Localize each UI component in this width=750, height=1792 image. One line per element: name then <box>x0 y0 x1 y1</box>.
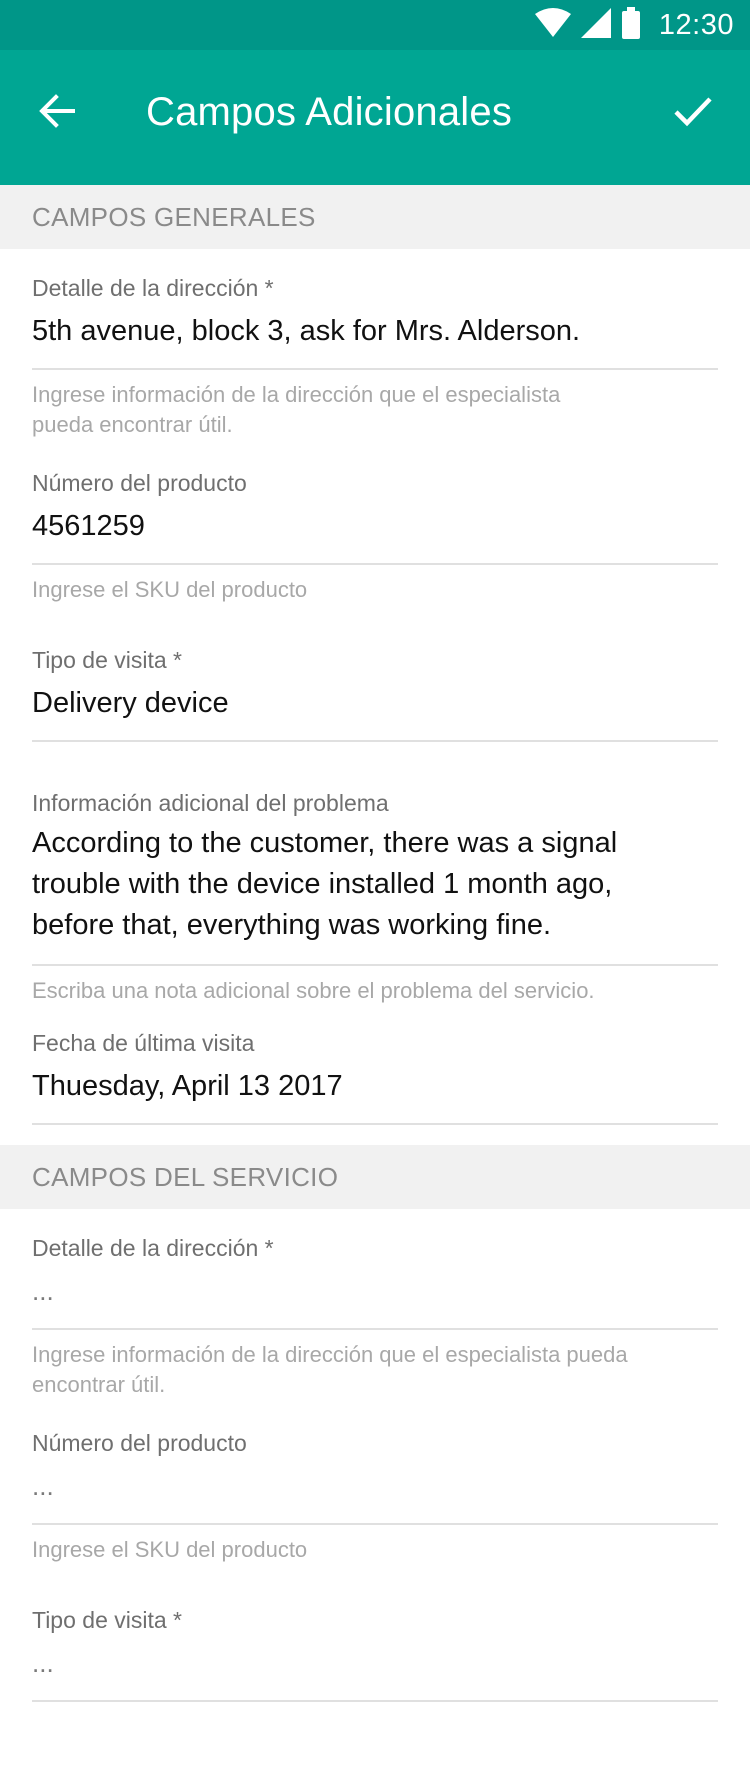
section-title: CAMPOS DEL SERVICIO <box>32 1161 339 1192</box>
field-value[interactable]: 5th avenue, block 3, ask for Mrs. Alders… <box>32 310 718 352</box>
field-label: Tipo de visita * <box>32 1607 182 1633</box>
form-content: CAMPOS GENERALES Detalle de la dirección… <box>0 185 750 1702</box>
page-title: Campos Adicionales <box>146 90 513 134</box>
wifi-icon <box>534 7 571 43</box>
service-visit-type-field[interactable]: Tipo de visita * ... <box>0 1565 750 1702</box>
field-helper: Ingrese el SKU del producto <box>32 577 308 602</box>
field-underline <box>32 1328 718 1330</box>
status-time: 12:30 <box>658 8 734 41</box>
field-helper: Ingrese información de la dirección que … <box>32 382 561 437</box>
status-icons: 12:30 <box>534 0 734 50</box>
field-value[interactable]: 4561259 <box>32 505 718 547</box>
field-label: Número del producto <box>32 1430 247 1456</box>
app-bar: Campos Adicionales <box>0 50 750 185</box>
field-label: Detalle de la dirección * <box>32 275 274 301</box>
field-helper: Escriba una nota adicional sobre el prob… <box>32 978 595 1003</box>
back-button[interactable] <box>32 88 82 138</box>
product-number-field[interactable]: Número del producto 4561259 Ingrese el S… <box>0 440 750 605</box>
field-helper: Ingrese información de la dirección que … <box>32 1342 628 1397</box>
field-underline <box>32 1700 718 1702</box>
field-underline <box>32 964 718 966</box>
arrow-left-icon <box>39 93 75 133</box>
field-label: Número del producto <box>32 470 247 496</box>
visit-type-field[interactable]: Tipo de visita * Delivery device <box>0 605 750 742</box>
section-header-service: CAMPOS DEL SERVICIO <box>0 1145 750 1209</box>
field-label: Información adicional del problema <box>32 790 389 816</box>
field-value[interactable]: According to the customer, there was a s… <box>32 823 718 946</box>
field-value[interactable]: Thuesday, April 13 2017 <box>32 1065 718 1107</box>
status-bar: 12:30 <box>0 0 750 50</box>
check-icon <box>673 95 713 132</box>
field-label: Tipo de visita * <box>32 647 182 673</box>
confirm-button[interactable] <box>666 86 720 140</box>
field-value[interactable]: ... <box>32 1270 718 1312</box>
field-label: Fecha de última visita <box>32 1030 255 1056</box>
field-underline <box>32 1123 718 1125</box>
field-value[interactable]: ... <box>32 1465 718 1507</box>
field-underline <box>32 1523 718 1525</box>
address-detail-field[interactable]: Detalle de la dirección * 5th avenue, bl… <box>0 249 750 440</box>
battery-icon <box>621 6 641 44</box>
field-underline <box>32 368 718 370</box>
field-value[interactable]: ... <box>32 1642 718 1684</box>
field-helper: Ingrese el SKU del producto <box>32 1537 308 1562</box>
field-value[interactable]: Delivery device <box>32 682 718 724</box>
section-header-general: CAMPOS GENERALES <box>0 185 750 249</box>
service-address-detail-field[interactable]: Detalle de la dirección * ... Ingrese in… <box>0 1209 750 1400</box>
last-visit-date-field[interactable]: Fecha de última visita Thuesday, April 1… <box>0 1006 750 1125</box>
cell-signal-icon <box>580 7 611 43</box>
section-title: CAMPOS GENERALES <box>32 201 316 232</box>
service-product-number-field[interactable]: Número del producto ... Ingrese el SKU d… <box>0 1400 750 1565</box>
additional-info-field[interactable]: Información adicional del problema Accor… <box>0 742 750 1006</box>
field-underline <box>32 563 718 565</box>
field-label: Detalle de la dirección * <box>32 1235 274 1261</box>
